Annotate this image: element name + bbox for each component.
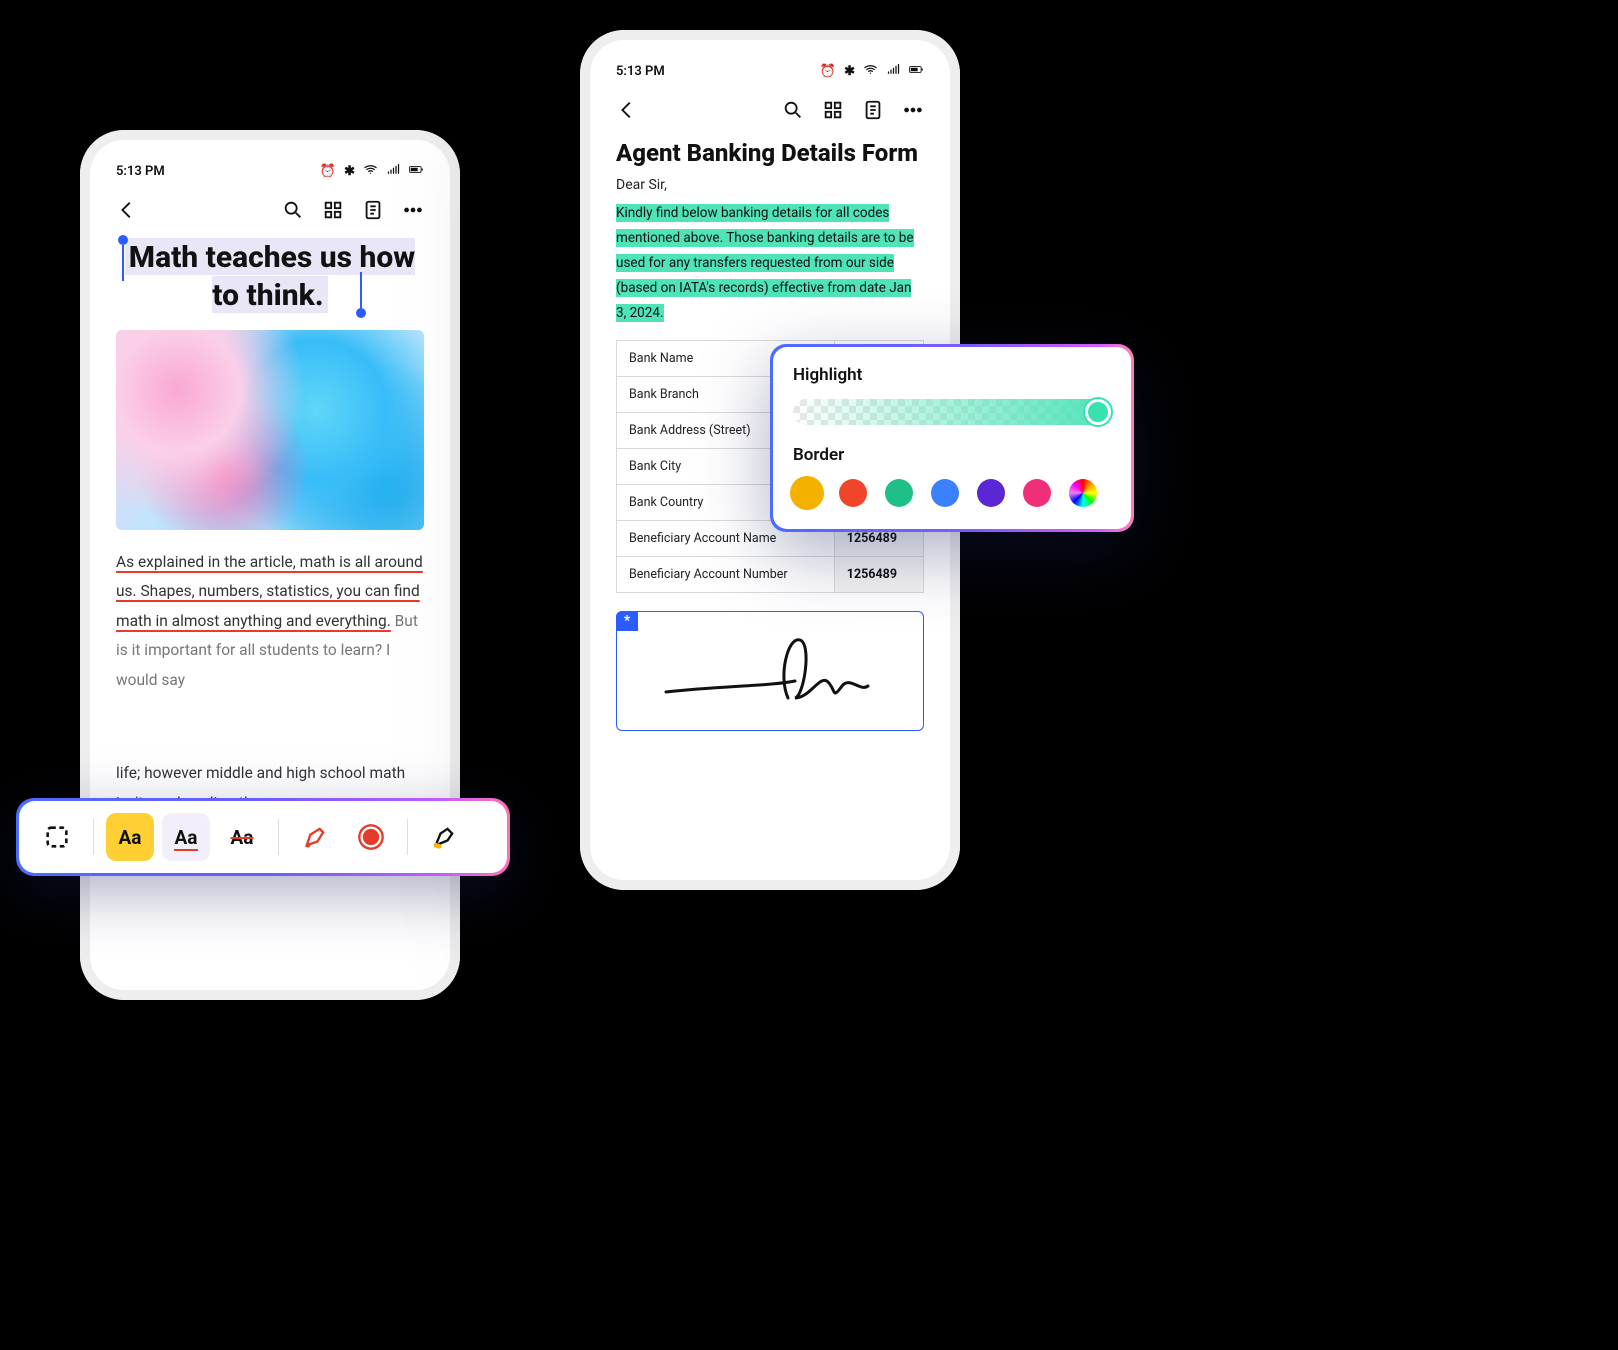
greeting: Dear Sir,	[616, 177, 924, 193]
slider-thumb-icon[interactable]	[1085, 399, 1111, 425]
highlight-heading: Highlight	[793, 365, 1111, 385]
table-cell-label: Beneficiary Account Number	[617, 556, 835, 592]
color-swatch[interactable]	[1069, 479, 1097, 507]
highlight-panel: Highlight Border	[770, 344, 1134, 532]
app-bar	[616, 99, 924, 121]
signal-icon	[886, 62, 901, 81]
grid-icon[interactable]	[822, 99, 844, 121]
highlight-opacity-slider[interactable]	[793, 399, 1111, 425]
reader-icon[interactable]	[862, 99, 884, 121]
battery-icon	[409, 162, 424, 181]
toolbar-divider	[407, 819, 408, 855]
color-swatch[interactable]	[931, 479, 959, 507]
table-row: Beneficiary Account Number1256489	[617, 556, 924, 592]
color-swatch[interactable]	[793, 479, 821, 507]
border-color-swatches	[793, 479, 1111, 507]
required-marker: *	[616, 611, 638, 631]
more-icon[interactable]	[902, 99, 924, 121]
bluetooth-icon: ✱	[344, 164, 355, 179]
marker-tool-button[interactable]	[420, 813, 468, 861]
selection-handle-end-icon[interactable]	[356, 308, 366, 318]
color-swatch[interactable]	[977, 479, 1005, 507]
grid-icon[interactable]	[322, 199, 344, 221]
signature-field[interactable]: *	[616, 611, 924, 731]
status-icons: ⏰ ✱	[320, 162, 424, 181]
app-bar	[116, 199, 424, 221]
article-body: As explained in the article, math is all…	[116, 548, 424, 695]
underlined-text: As explained in the article, math is all…	[116, 553, 423, 630]
color-swatch[interactable]	[1023, 479, 1051, 507]
article-image	[116, 330, 424, 530]
crop-tool-button[interactable]	[33, 813, 81, 861]
color-swatch[interactable]	[885, 479, 913, 507]
status-time: 5:13 PM	[616, 64, 665, 79]
border-heading: Border	[793, 445, 1111, 465]
signal-icon	[386, 162, 401, 181]
alarm-icon: ⏰	[320, 164, 336, 179]
heading-selection[interactable]: Math teaches us how to think.	[116, 239, 424, 314]
bluetooth-icon: ✱	[844, 64, 855, 79]
selection-handle-start-icon[interactable]	[118, 235, 128, 245]
search-icon[interactable]	[282, 199, 304, 221]
document-title: Agent Banking Details Form	[616, 139, 924, 167]
color-swatch[interactable]	[839, 479, 867, 507]
strikethrough-tool-button[interactable]: Aa	[218, 813, 266, 861]
highlighted-text: Kindly find below banking details for al…	[616, 204, 914, 322]
wifi-icon	[363, 162, 378, 181]
table-cell-value[interactable]: 1256489	[834, 556, 923, 592]
shape-tool-button[interactable]	[347, 813, 395, 861]
alarm-icon: ⏰	[820, 64, 836, 79]
markup-toolbar: Aa Aa Aa	[16, 798, 510, 876]
highlighted-paragraph: Kindly find below banking details for al…	[616, 201, 924, 326]
back-icon[interactable]	[116, 199, 138, 221]
underline-tool-button[interactable]: Aa	[162, 813, 210, 861]
pen-tool-button[interactable]	[291, 813, 339, 861]
status-bar: 5:13 PM ⏰ ✱	[116, 162, 424, 181]
more-icon[interactable]	[402, 199, 424, 221]
signature-icon	[660, 626, 880, 716]
status-icons: ⏰ ✱	[820, 62, 924, 81]
status-time: 5:13 PM	[116, 164, 165, 179]
search-icon[interactable]	[782, 99, 804, 121]
highlight-tool-button[interactable]: Aa	[106, 813, 154, 861]
toolbar-divider	[93, 819, 94, 855]
reader-icon[interactable]	[362, 199, 384, 221]
toolbar-divider	[278, 819, 279, 855]
battery-icon	[909, 62, 924, 81]
document-heading: Math teaches us how to think.	[125, 238, 415, 313]
status-bar: 5:13 PM ⏰ ✱	[616, 62, 924, 81]
back-icon[interactable]	[616, 99, 638, 121]
wifi-icon	[863, 62, 878, 81]
